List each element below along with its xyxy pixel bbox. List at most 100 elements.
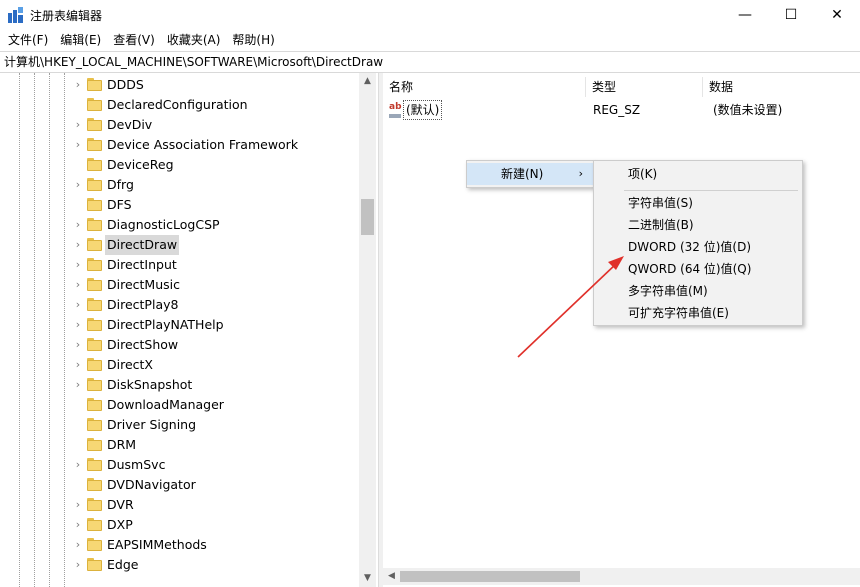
tree-item[interactable]: › DXP [0,515,360,535]
chevron-right-icon[interactable]: › [72,378,84,392]
menu-favorites[interactable]: 收藏夹(A) [161,30,227,51]
tree-item[interactable]: DRM [0,435,360,455]
chevron-right-icon[interactable]: › [72,458,84,472]
tree-item[interactable]: DeclaredConfiguration [0,95,360,115]
tree-item-label: EAPSIMMethods [107,537,207,552]
chevron-right-icon[interactable]: › [72,318,84,332]
tree-item[interactable]: › DVR [0,495,360,515]
chevron-right-icon[interactable]: › [72,498,84,512]
tree-item[interactable]: › DirectMusic [0,275,360,295]
tree-item-label: DirectInput [107,257,177,272]
folder-icon [87,518,102,531]
tree-item[interactable]: › Device Association Framework [0,135,360,155]
menu-view[interactable]: 查看(V) [107,30,161,51]
address-bar[interactable]: 计算机\HKEY_LOCAL_MACHINE\SOFTWARE\Microsof… [0,51,860,73]
new-submenu: 项(K) 字符串值(S) 二进制值(B) DWORD (32 位)值(D) QW… [593,160,803,326]
tree-item-label: DeviceReg [107,157,174,172]
folder-icon [87,438,102,451]
scroll-down-icon[interactable]: ▼ [359,570,376,587]
tree-item[interactable]: DVDNavigator [0,475,360,495]
tree-item[interactable]: › Edge [0,555,360,575]
chevron-right-icon[interactable]: › [72,138,84,152]
value-type: REG_SZ [593,103,641,117]
folder-icon [87,378,102,391]
tree-item[interactable]: › DevDiv [0,115,360,135]
tree-item[interactable]: › DDDS [0,75,360,95]
submenu-separator [624,190,798,191]
tree-item[interactable]: › DusmSvc [0,455,360,475]
tree-item[interactable]: › Dfrg [0,175,360,195]
tree-item[interactable]: › EAPSIMMethods [0,535,360,555]
tree-item[interactable]: › DirectPlay8 [0,295,360,315]
menu-new[interactable]: 新建(N) › [467,163,593,185]
minimize-button[interactable]: — [722,0,768,30]
folder-icon [87,318,102,331]
close-button[interactable]: ✕ [814,0,860,30]
tree-item-label: Edge [107,557,139,572]
folder-icon [87,78,102,91]
chevron-right-icon[interactable]: › [72,278,84,292]
chevron-right-icon[interactable]: › [72,178,84,192]
chevron-right-icon[interactable]: › [72,358,84,372]
tree-item-label: DiskSnapshot [107,377,193,392]
new-key-item[interactable]: 项(K) [594,163,802,185]
tree-item[interactable]: › DirectPlayNATHelp [0,315,360,335]
chevron-right-icon[interactable]: › [72,518,84,532]
tree-item-label: DXP [107,517,133,532]
value-row[interactable]: ab (默认) REG_SZ (数值未设置) [383,100,860,120]
folder-icon [87,338,102,351]
tree-item-label: DirectPlay8 [107,297,179,312]
new-dword-value-item[interactable]: DWORD (32 位)值(D) [594,236,802,258]
new-multi-string-value-item[interactable]: 多字符串值(M) [594,280,802,302]
menu-edit[interactable]: 编辑(E) [54,30,107,51]
menu-file[interactable]: 文件(F) [2,30,54,51]
chevron-right-icon[interactable]: › [72,298,84,312]
submenu-arrow-icon: › [578,167,583,180]
tree-item[interactable]: Driver Signing [0,415,360,435]
tree-item[interactable]: DFS [0,195,360,215]
tree-item[interactable]: › DirectX [0,355,360,375]
scroll-left-icon[interactable]: ◀ [383,568,400,585]
folder-icon [87,178,102,191]
chevron-right-icon[interactable]: › [72,558,84,572]
tree-item[interactable]: › DirectDraw [0,235,360,255]
folder-icon [87,138,102,151]
values-h-scrollbar[interactable]: ◀ [383,568,860,585]
chevron-right-icon[interactable]: › [72,338,84,352]
new-expandable-string-value-item[interactable]: 可扩充字符串值(E) [594,302,802,324]
tree-item[interactable]: DownloadManager [0,395,360,415]
chevron-right-icon[interactable]: › [72,118,84,132]
tree-scroll-thumb[interactable] [361,199,374,235]
menu-new-label: 新建(N) [501,167,544,181]
tree-item-label: Device Association Framework [107,137,299,152]
tree-item-label: DirectMusic [107,277,180,292]
column-name-header[interactable]: 名称 [383,77,586,97]
tree-item[interactable]: › DiskSnapshot [0,375,360,395]
tree-item[interactable]: › DiagnosticLogCSP [0,215,360,235]
title-bar: 注册表编辑器 — ☐ ✕ [0,0,860,30]
scroll-up-icon[interactable]: ▲ [359,73,376,90]
tree-item-label: DevDiv [107,117,153,132]
column-type-header[interactable]: 类型 [586,77,703,97]
chevron-right-icon[interactable]: › [72,258,84,272]
chevron-right-icon[interactable]: › [72,78,84,92]
tree-item[interactable]: › DirectShow [0,335,360,355]
folder-icon [87,298,102,311]
tree-item[interactable]: DeviceReg [0,155,360,175]
tree-item-label: DownloadManager [107,397,224,412]
values-h-scroll-thumb[interactable] [400,571,580,582]
folder-icon [87,98,102,111]
tree-scrollbar[interactable]: ▲ ▼ [359,73,376,587]
menu-help[interactable]: 帮助(H) [226,30,280,51]
new-binary-value-item[interactable]: 二进制值(B) [594,214,802,236]
tree-item[interactable]: › DirectInput [0,255,360,275]
new-string-value-item[interactable]: 字符串值(S) [594,192,802,214]
tree-item-label: DiagnosticLogCSP [107,217,220,232]
chevron-right-icon[interactable]: › [72,538,84,552]
chevron-right-icon[interactable]: › [72,238,84,252]
key-tree: › DDDS DeclaredConfiguration › DevDiv › Device… [0,73,378,587]
column-data-header[interactable]: 数据 [703,77,860,97]
new-qword-value-item[interactable]: QWORD (64 位)值(Q) [594,258,802,280]
maximize-button[interactable]: ☐ [768,0,814,30]
chevron-right-icon[interactable]: › [72,218,84,232]
